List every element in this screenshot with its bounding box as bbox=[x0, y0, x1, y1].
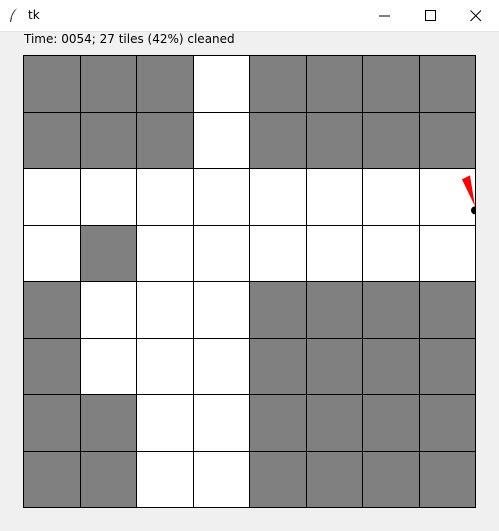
tile-dirty bbox=[363, 112, 420, 169]
tile-clean bbox=[137, 169, 194, 226]
tile-dirty bbox=[306, 395, 363, 452]
tile-clean bbox=[24, 225, 81, 282]
tile-clean bbox=[193, 395, 250, 452]
tile-dirty bbox=[24, 56, 81, 113]
tile-dirty bbox=[306, 112, 363, 169]
tile-clean bbox=[193, 451, 250, 508]
tile-clean bbox=[137, 338, 194, 395]
tile-clean bbox=[193, 338, 250, 395]
tile-dirty bbox=[80, 225, 137, 282]
minimize-icon bbox=[379, 15, 390, 17]
tile-clean bbox=[193, 282, 250, 339]
tile-dirty bbox=[363, 451, 420, 508]
tile-clean bbox=[80, 338, 137, 395]
tile-dirty bbox=[24, 451, 81, 508]
tile-grid bbox=[23, 55, 476, 508]
tile-clean bbox=[193, 169, 250, 226]
tile-dirty bbox=[24, 112, 81, 169]
tile-dirty bbox=[363, 395, 420, 452]
tile-dirty bbox=[80, 112, 137, 169]
tile-dirty bbox=[250, 451, 307, 508]
tile-clean bbox=[250, 225, 307, 282]
tile-dirty bbox=[250, 395, 307, 452]
tile-clean bbox=[419, 169, 476, 226]
feather-icon bbox=[8, 7, 20, 23]
tile-dirty bbox=[419, 338, 476, 395]
tile-dirty bbox=[137, 112, 194, 169]
tile-dirty bbox=[363, 56, 420, 113]
title-bar[interactable]: tk bbox=[0, 0, 499, 32]
tile-dirty bbox=[24, 395, 81, 452]
room-canvas bbox=[23, 55, 476, 508]
tile-clean bbox=[24, 169, 81, 226]
tile-clean bbox=[80, 282, 137, 339]
tile-dirty bbox=[419, 112, 476, 169]
close-button[interactable] bbox=[453, 0, 499, 31]
tile-clean bbox=[193, 56, 250, 113]
tile-dirty bbox=[80, 56, 137, 113]
tile-dirty bbox=[306, 56, 363, 113]
tile-clean bbox=[137, 451, 194, 508]
minimize-button[interactable] bbox=[362, 0, 408, 31]
tile-clean bbox=[363, 169, 420, 226]
tile-dirty bbox=[306, 282, 363, 339]
tile-dirty bbox=[137, 56, 194, 113]
tile-clean bbox=[419, 225, 476, 282]
tile-dirty bbox=[250, 338, 307, 395]
tile-dirty bbox=[419, 56, 476, 113]
tile-dirty bbox=[306, 451, 363, 508]
tile-clean bbox=[193, 225, 250, 282]
tile-dirty bbox=[24, 338, 81, 395]
tile-dirty bbox=[363, 338, 420, 395]
tile-dirty bbox=[419, 282, 476, 339]
tile-dirty bbox=[24, 282, 81, 339]
tile-clean bbox=[306, 169, 363, 226]
tile-dirty bbox=[419, 451, 476, 508]
tile-clean bbox=[137, 225, 194, 282]
tile-dirty bbox=[80, 395, 137, 452]
tile-dirty bbox=[250, 112, 307, 169]
maximize-icon bbox=[425, 10, 436, 21]
tile-dirty bbox=[419, 395, 476, 452]
tile-clean bbox=[363, 225, 420, 282]
tk-window: tk Time: 0054; 27 tiles (42%) cleaned bbox=[0, 0, 499, 531]
maximize-button[interactable] bbox=[408, 0, 454, 31]
tile-clean bbox=[250, 169, 307, 226]
tile-clean bbox=[137, 395, 194, 452]
tile-clean bbox=[137, 282, 194, 339]
close-icon bbox=[470, 10, 482, 22]
tile-clean bbox=[306, 225, 363, 282]
tile-dirty bbox=[250, 56, 307, 113]
window-title: tk bbox=[28, 8, 40, 22]
tile-clean bbox=[80, 169, 137, 226]
tile-dirty bbox=[363, 282, 420, 339]
status-label: Time: 0054; 27 tiles (42%) cleaned bbox=[24, 32, 235, 46]
tile-clean bbox=[193, 112, 250, 169]
tile-dirty bbox=[80, 451, 137, 508]
tile-dirty bbox=[250, 282, 307, 339]
tile-dirty bbox=[306, 338, 363, 395]
